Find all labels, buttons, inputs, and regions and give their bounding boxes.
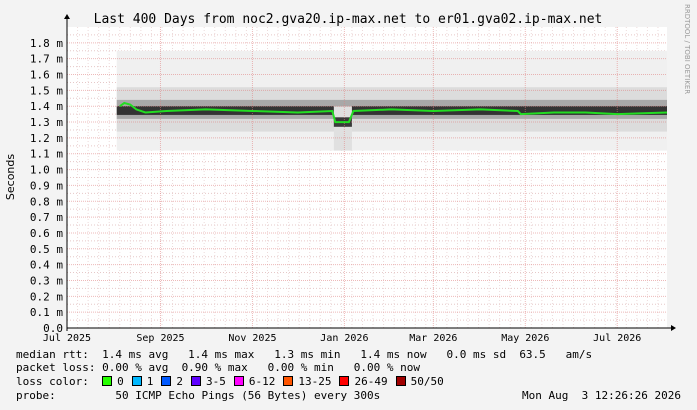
y-tick-label: 1.6 m bbox=[30, 69, 63, 82]
loss-color-swatch bbox=[233, 376, 244, 386]
y-tick-label: 1.1 m bbox=[30, 148, 63, 161]
loss-color-item: 1 bbox=[131, 375, 154, 388]
x-tick-label: Jul 2025 bbox=[43, 333, 91, 344]
latency-chart: Last 400 Days from noc2.gva20.ip-max.net… bbox=[4, 4, 691, 344]
packet-loss-stats: packet loss: 0.00 % avg 0.90 % max 0.00 … bbox=[16, 361, 420, 374]
y-tick-label: 0.9 m bbox=[30, 179, 63, 192]
probe-label: probe: bbox=[16, 389, 56, 402]
x-tick-label: Jan 2026 bbox=[320, 333, 368, 344]
loss-color-item: 2 bbox=[161, 375, 183, 388]
loss-color-item: 26-49 bbox=[339, 375, 388, 388]
x-tick-label: Jul 2026 bbox=[593, 333, 641, 344]
y-tick-label: 0.8 m bbox=[30, 195, 63, 208]
loss-color-value: 50/50 bbox=[410, 375, 444, 388]
loss-color-item: 3-5 bbox=[190, 375, 226, 388]
loss-color-value: 26-49 bbox=[354, 375, 388, 388]
loss-color-swatch bbox=[190, 376, 201, 386]
loss-color-swatch bbox=[161, 376, 172, 386]
loss-color-value: 13-25 bbox=[298, 375, 332, 388]
y-tick-label: 1.2 m bbox=[30, 132, 63, 145]
x-tick-label: Mar 2026 bbox=[409, 333, 457, 344]
y-tick-label: 0.5 m bbox=[30, 243, 63, 256]
loss-color-value: 0 bbox=[117, 375, 124, 388]
chart-title: Last 400 Days from noc2.gva20.ip-max.net… bbox=[94, 12, 603, 27]
y-tick-label: 0.2 m bbox=[30, 290, 63, 303]
y-axis-label: Seconds bbox=[4, 154, 17, 200]
rrdtool-credit: RRDTOOL / TOBI OETIKER bbox=[683, 4, 691, 94]
plot-area: 0.00.1 m0.2 m0.3 m0.4 m0.5 m0.6 m0.7 m0.… bbox=[30, 14, 676, 344]
y-tick-label: 1.4 m bbox=[30, 100, 63, 113]
loss-color-label: loss color: bbox=[16, 375, 89, 388]
y-tick-label: 1.5 m bbox=[30, 84, 63, 97]
y-tick-label: 1.8 m bbox=[30, 37, 63, 50]
x-tick-label: Sep 2025 bbox=[136, 333, 184, 344]
y-tick-label: 0.1 m bbox=[30, 306, 63, 319]
loss-color-item: 0 bbox=[102, 375, 124, 388]
y-tick-label: 1.3 m bbox=[30, 116, 63, 129]
y-tick-label: 0.6 m bbox=[30, 227, 63, 240]
loss-color-swatch bbox=[395, 376, 406, 386]
loss-color-item: 50/50 bbox=[395, 375, 444, 388]
y-tick-label: 0.4 m bbox=[30, 259, 63, 272]
x-axis-arrow bbox=[671, 325, 676, 331]
y-axis-arrow bbox=[64, 14, 70, 19]
loss-color-swatch bbox=[339, 376, 350, 386]
loss-color-value: 1 bbox=[146, 375, 154, 388]
y-tick-label: 0.3 m bbox=[30, 274, 63, 287]
loss-color-item: 6-12 bbox=[233, 375, 276, 388]
loss-color-swatch bbox=[131, 376, 142, 386]
y-tick-label: 1.7 m bbox=[30, 53, 63, 66]
smoke-dip bbox=[333, 106, 352, 151]
graph-timestamp: Mon Aug 3 12:26:26 2026 bbox=[522, 389, 681, 402]
x-tick-label: Nov 2025 bbox=[228, 333, 276, 344]
loss-color-value: 6-12 bbox=[248, 375, 276, 388]
loss-color-swatch bbox=[283, 376, 294, 386]
loss-color-item: 13-25 bbox=[283, 375, 331, 388]
y-tick-label: 0.7 m bbox=[30, 211, 63, 224]
loss-color-value: 2 bbox=[176, 375, 183, 388]
median-rtt-stats: median rtt: 1.4 ms avg 1.4 ms max 1.3 ms… bbox=[16, 348, 593, 361]
x-tick-label: May 2026 bbox=[501, 333, 549, 344]
probe-info: probe: 50 ICMP Echo Pings (56 Bytes) eve… bbox=[16, 389, 681, 402]
loss-color-value: 3-5 bbox=[205, 375, 226, 388]
y-tick-label: 1.0 m bbox=[30, 164, 63, 177]
smokeping-graph: Last 400 Days from noc2.gva20.ip-max.net… bbox=[0, 0, 697, 410]
loss-color-swatch bbox=[102, 376, 113, 386]
loss-color-legend: loss color: 0 1 2 3-5 6-12 13-25 26-49 50/50 bbox=[16, 375, 452, 388]
probe-description: 50 ICMP Echo Pings (56 Bytes) every 300s bbox=[115, 389, 381, 402]
